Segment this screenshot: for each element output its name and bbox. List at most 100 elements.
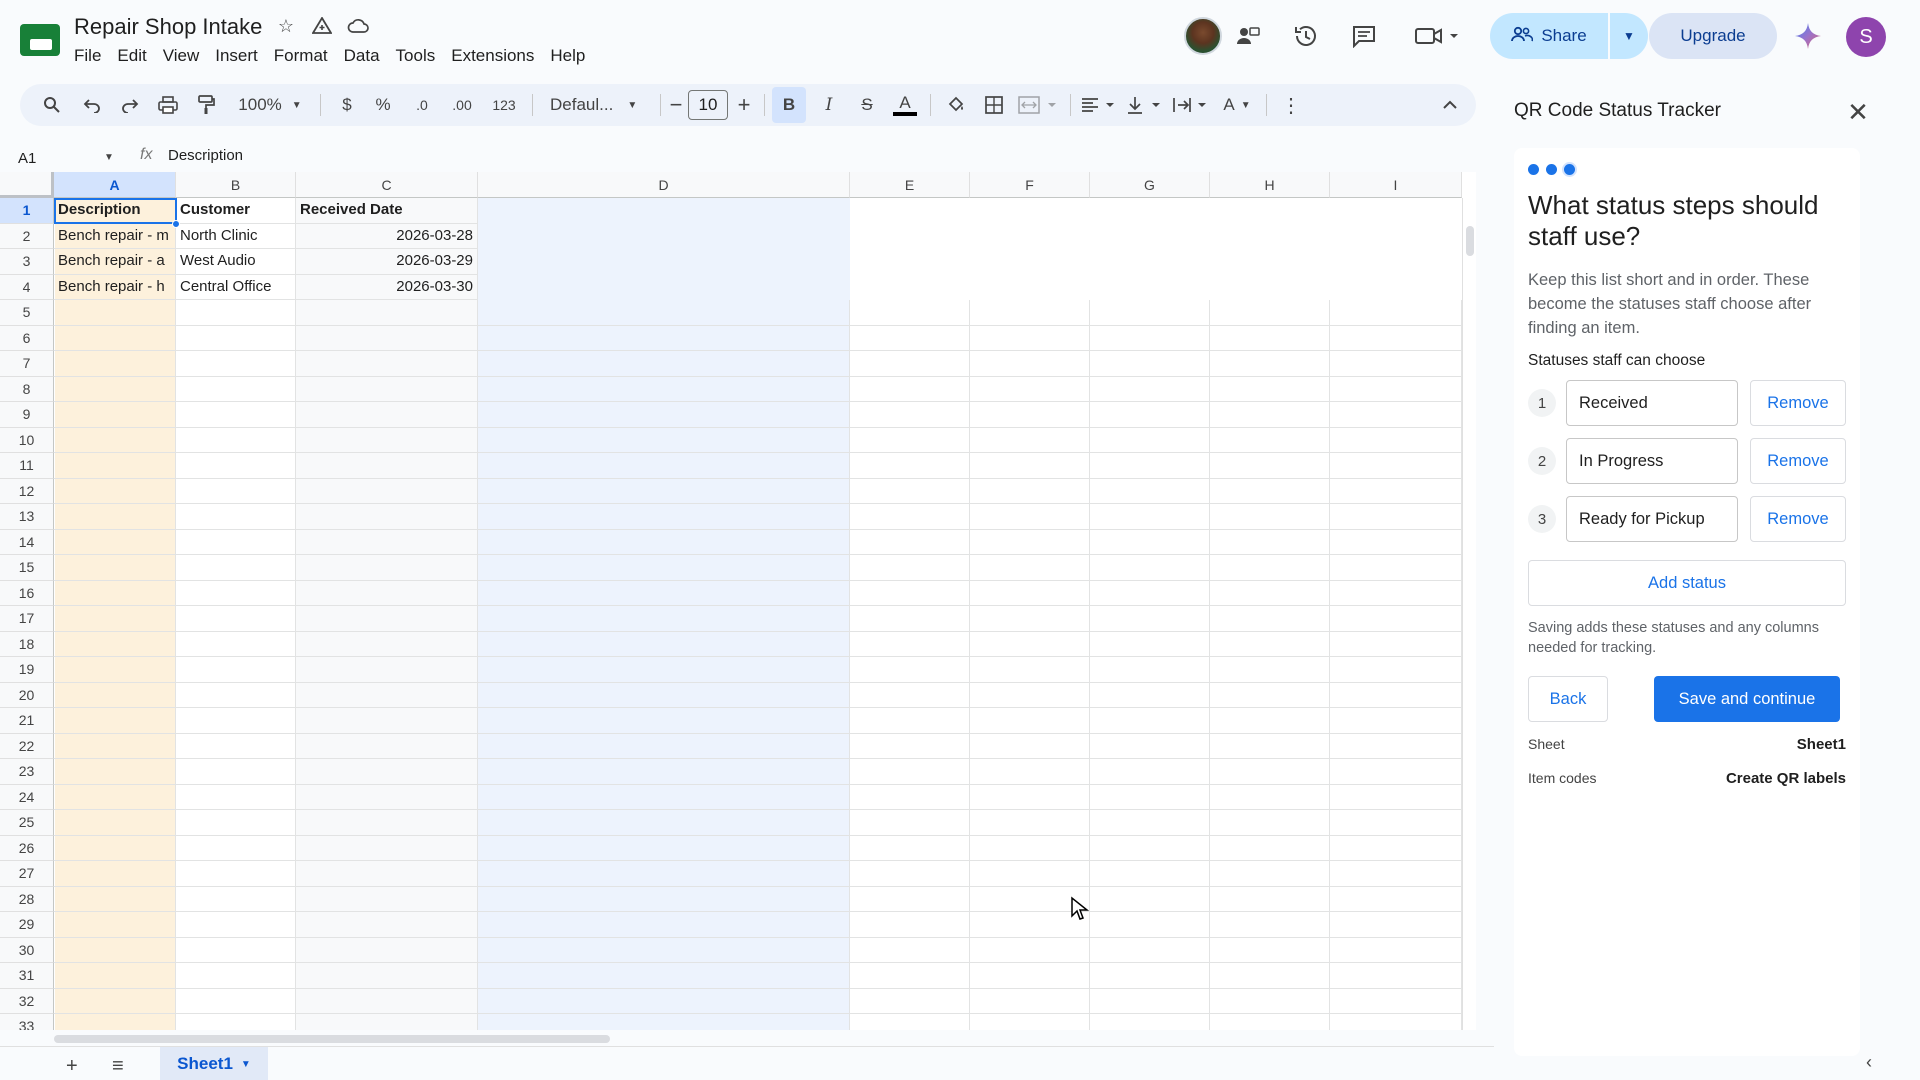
decrease-decimal-button[interactable]: .0	[404, 84, 440, 126]
comments-icon[interactable]	[1348, 20, 1380, 52]
empty-cell[interactable]	[850, 478, 970, 504]
row-header-22[interactable]: 22	[0, 733, 54, 759]
empty-cell[interactable]	[850, 1014, 970, 1030]
empty-cell[interactable]	[850, 580, 970, 606]
zoom-select[interactable]: 100% ▼	[232, 84, 308, 126]
empty-cell[interactable]	[1330, 427, 1462, 453]
empty-cell[interactable]	[176, 300, 296, 326]
table-cell[interactable]: West Audio	[176, 249, 296, 275]
empty-cell[interactable]	[478, 504, 850, 530]
horizontal-scrollbar[interactable]	[54, 1032, 1462, 1046]
empty-cell[interactable]	[1090, 861, 1210, 887]
move-to-drive-icon[interactable]	[310, 14, 334, 38]
table-cell[interactable]: 2026-03-28	[296, 223, 478, 249]
empty-cell[interactable]	[1210, 759, 1330, 785]
empty-cell[interactable]	[1210, 810, 1330, 836]
empty-cell[interactable]	[1090, 376, 1210, 402]
empty-cell[interactable]	[850, 555, 970, 581]
empty-cell[interactable]	[970, 300, 1090, 326]
empty-cell[interactable]	[850, 657, 970, 683]
column-header-f[interactable]: F	[970, 172, 1090, 198]
empty-cell[interactable]	[1090, 555, 1210, 581]
empty-cell[interactable]	[296, 529, 478, 555]
empty-cell[interactable]	[176, 784, 296, 810]
empty-cell[interactable]	[478, 886, 850, 912]
empty-cell[interactable]	[1090, 427, 1210, 453]
table-cell[interactable]: Bench repair - m	[54, 223, 176, 249]
empty-cell[interactable]	[1090, 759, 1210, 785]
cloud-saved-icon[interactable]	[346, 14, 370, 38]
empty-cell[interactable]	[1090, 988, 1210, 1014]
empty-cell[interactable]	[970, 810, 1090, 836]
collapse-menus-icon[interactable]	[1432, 84, 1468, 126]
empty-cell[interactable]	[176, 912, 296, 938]
empty-cell[interactable]	[176, 1014, 296, 1030]
add-status-button[interactable]: Add status	[1528, 560, 1846, 606]
column-header-e[interactable]: E	[850, 172, 970, 198]
empty-cell[interactable]	[54, 529, 176, 555]
empty-cell[interactable]	[478, 606, 850, 632]
row-header-10[interactable]: 10	[0, 427, 54, 453]
empty-cell[interactable]	[54, 963, 176, 989]
empty-cell[interactable]	[850, 937, 970, 963]
empty-cell[interactable]	[54, 912, 176, 938]
menu-file[interactable]: File	[66, 44, 109, 68]
empty-cell[interactable]	[296, 810, 478, 836]
row-header-27[interactable]: 27	[0, 861, 54, 887]
empty-cell[interactable]	[478, 555, 850, 581]
empty-cell[interactable]	[296, 835, 478, 861]
empty-cell[interactable]	[1090, 912, 1210, 938]
empty-cell[interactable]	[1210, 912, 1330, 938]
row-header-18[interactable]: 18	[0, 631, 54, 657]
empty-cell[interactable]	[850, 988, 970, 1014]
empty-cell[interactable]	[1210, 1014, 1330, 1030]
empty-cell[interactable]	[1210, 300, 1330, 326]
vertical-align-icon[interactable]	[1124, 84, 1166, 126]
empty-cell[interactable]	[1210, 478, 1330, 504]
empty-cell[interactable]	[296, 351, 478, 377]
empty-cell[interactable]	[1090, 657, 1210, 683]
row-header-8[interactable]: 8	[0, 376, 54, 402]
empty-cell[interactable]	[850, 325, 970, 351]
merge-cells-icon[interactable]	[1014, 84, 1062, 126]
empty-cell[interactable]	[296, 733, 478, 759]
collaborator-avatar[interactable]	[1184, 17, 1222, 55]
empty-cell[interactable]	[970, 325, 1090, 351]
empty-cell[interactable]	[1090, 325, 1210, 351]
empty-cell[interactable]	[478, 937, 850, 963]
document-title[interactable]: Repair Shop Intake	[74, 14, 262, 40]
empty-cell[interactable]	[176, 351, 296, 377]
font-size-input[interactable]: 10	[688, 90, 728, 120]
empty-cell[interactable]	[970, 402, 1090, 428]
row-header-31[interactable]: 31	[0, 963, 54, 989]
empty-cell[interactable]	[970, 861, 1090, 887]
empty-cell[interactable]	[1210, 886, 1330, 912]
empty-cell[interactable]	[54, 937, 176, 963]
empty-cell[interactable]	[1210, 708, 1330, 734]
empty-cell[interactable]	[54, 555, 176, 581]
empty-cell[interactable]	[478, 631, 850, 657]
empty-cell[interactable]	[1330, 810, 1462, 836]
empty-cell[interactable]	[1210, 835, 1330, 861]
empty-cell[interactable]	[1330, 504, 1462, 530]
empty-cell[interactable]	[1210, 733, 1330, 759]
empty-cell[interactable]	[1330, 886, 1462, 912]
row-header-4[interactable]: 4	[0, 274, 54, 300]
empty-cell[interactable]	[1090, 453, 1210, 479]
empty-cell[interactable]	[1210, 861, 1330, 887]
row-header-14[interactable]: 14	[0, 529, 54, 555]
empty-cell[interactable]	[1210, 402, 1330, 428]
search-menus-icon[interactable]	[34, 84, 70, 126]
empty-cell[interactable]	[850, 682, 970, 708]
empty-cell[interactable]	[1090, 504, 1210, 530]
empty-cell[interactable]	[1330, 606, 1462, 632]
italic-button[interactable]: I	[812, 84, 846, 126]
empty-cell[interactable]	[970, 453, 1090, 479]
empty-cell[interactable]	[970, 708, 1090, 734]
row-header-6[interactable]: 6	[0, 325, 54, 351]
empty-cell[interactable]	[850, 402, 970, 428]
horizontal-align-icon[interactable]	[1078, 84, 1120, 126]
empty-cell[interactable]	[1210, 351, 1330, 377]
empty-cell[interactable]	[478, 427, 850, 453]
empty-cell[interactable]	[970, 504, 1090, 530]
